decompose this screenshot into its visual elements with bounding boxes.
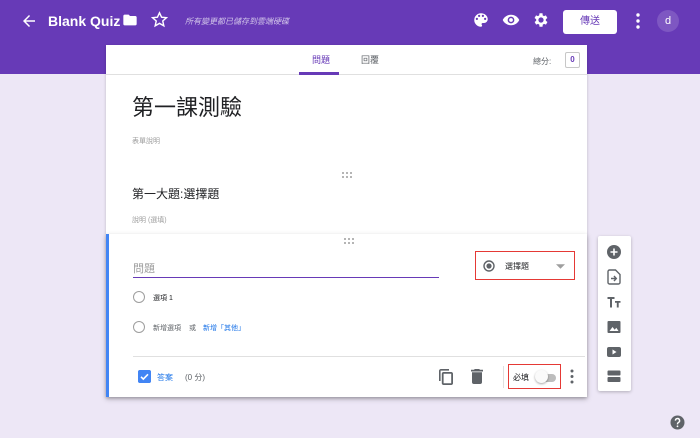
question-type-dropdown[interactable]: 選擇題 [475, 251, 575, 280]
add-option-link[interactable]: 新增選項 [153, 323, 181, 333]
question-more-icon[interactable] [569, 369, 575, 384]
toolbar: Blank Quiz 所有變更都已儲存到雲端硬碟 傳送 d [0, 0, 700, 44]
total-score-label: 總分: [533, 57, 552, 66]
or-label: 或 [189, 325, 196, 332]
total-score-value: 0 [565, 52, 580, 68]
add-section-icon[interactable] [606, 368, 622, 384]
option-radio [133, 291, 145, 303]
question-input[interactable]: 問題 [133, 260, 439, 278]
save-status: 所有變更都已儲存到雲端硬碟 [185, 17, 289, 26]
drag-handle-icon[interactable] [341, 171, 353, 179]
required-label: 必填 [513, 373, 529, 382]
active-tab-indicator [299, 72, 339, 75]
add-question-icon[interactable] [606, 244, 622, 260]
dropdown-arrow-icon [556, 264, 565, 269]
send-button[interactable]: 傳送 [563, 10, 617, 34]
preview-eye-icon[interactable] [502, 11, 520, 29]
duplicate-icon[interactable] [439, 369, 453, 385]
form-editor: 問題 回覆 總分: 0 第一課測驗 表單說明 第一大題:選擇題 說明 (選填) … [106, 45, 587, 397]
required-toggle-group[interactable]: 必填 [508, 364, 561, 389]
add-image-icon[interactable] [606, 319, 622, 335]
tab-questions[interactable]: 問題 [312, 53, 330, 66]
back-arrow-icon[interactable] [20, 12, 38, 30]
add-option-radio [133, 321, 145, 333]
answer-key-checkbox-icon[interactable] [138, 370, 151, 383]
radio-checked-icon [483, 260, 495, 272]
form-description-field[interactable]: 表單說明 [132, 136, 160, 146]
section-title[interactable]: 第一大題:選擇題 [132, 185, 219, 202]
more-vert-icon[interactable] [631, 12, 645, 30]
footer-separator [503, 366, 504, 388]
account-avatar[interactable]: d [657, 10, 679, 32]
section-description-field[interactable]: 說明 (選填) [132, 215, 167, 225]
required-toggle-knob[interactable] [535, 370, 548, 383]
floating-toolbar [598, 236, 631, 391]
app-title[interactable]: Blank Quiz [48, 13, 120, 29]
star-icon[interactable] [151, 11, 168, 28]
add-other-link[interactable]: 新增「其他」 [203, 323, 245, 333]
drag-handle-icon[interactable] [343, 237, 355, 245]
tab-responses[interactable]: 回覆 [361, 53, 379, 66]
points-label: (0 分) [185, 373, 205, 382]
delete-trash-icon[interactable] [471, 369, 483, 384]
add-title-icon[interactable] [606, 294, 622, 310]
footer-divider [133, 356, 585, 357]
help-icon[interactable] [670, 415, 685, 430]
add-video-icon[interactable] [606, 344, 622, 360]
question-type-label: 選擇題 [505, 262, 529, 271]
folder-icon[interactable] [122, 12, 138, 28]
option-1-label[interactable]: 選項 1 [153, 293, 173, 303]
tabs-bar: 問題 回覆 總分: 0 [106, 45, 587, 75]
palette-icon[interactable] [472, 11, 490, 29]
question-card: 問題 選擇題 選項 1 新增選項 或 新增「其他」 答案 (0 分) 必填 [106, 234, 587, 397]
form-title[interactable]: 第一課測驗 [132, 90, 242, 122]
settings-gear-icon[interactable] [532, 11, 550, 29]
import-questions-icon[interactable] [606, 269, 622, 285]
answer-key-link[interactable]: 答案 [157, 372, 173, 383]
